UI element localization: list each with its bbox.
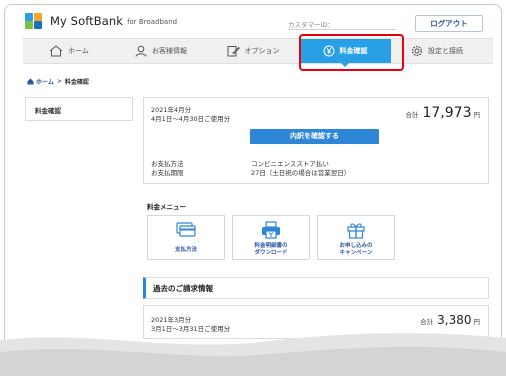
total-amount: 17,973 bbox=[422, 105, 472, 121]
currency-label: 円 bbox=[473, 111, 481, 119]
payment-date-label: お支払期限 bbox=[151, 169, 184, 177]
customer-id-underline bbox=[288, 29, 396, 30]
view-breakdown-button[interactable]: 内訳を確認する bbox=[250, 129, 379, 144]
bill-period: 4月1日～4月30日ご使用分 bbox=[151, 115, 231, 123]
payment-method-tile[interactable]: 支払方法 bbox=[147, 215, 225, 260]
nav-item-settings[interactable]: 設定と接続 bbox=[391, 39, 483, 63]
bill-total: 合計 17,973 円 bbox=[406, 105, 481, 121]
tile-label: 支払方法 bbox=[174, 247, 197, 253]
payment-method-value: コンビニエンスストア払い bbox=[251, 160, 329, 168]
header: My SoftBank for Broadband カスタマーID： ログアウト bbox=[5, 5, 501, 35]
payment-labels: お支払方法 お支払期限 bbox=[151, 160, 184, 178]
app-subtitle: for Broadband bbox=[127, 18, 178, 26]
bill-download-tile[interactable]: 料金明細書の ダウンロード bbox=[232, 215, 310, 260]
logout-button[interactable]: ログアウト bbox=[415, 15, 483, 32]
sidebar-item-billing[interactable]: 料金確認 bbox=[25, 97, 133, 121]
tile-label-line-1: お申し込みの bbox=[339, 243, 373, 249]
user-icon bbox=[135, 45, 147, 57]
breadcrumb-current: 料金確認 bbox=[64, 79, 89, 86]
app-title: My SoftBank bbox=[50, 14, 124, 28]
browser-frame: My SoftBank for Broadband カスタマーID： ログアウト… bbox=[4, 4, 502, 376]
tile-label-line-2: ダウンロード bbox=[254, 250, 288, 256]
nav-item-home[interactable]: ホーム bbox=[23, 39, 115, 63]
home-icon bbox=[49, 45, 63, 57]
nav-item-options[interactable]: オプション bbox=[207, 39, 299, 63]
customer-id-label: カスタマーID： bbox=[288, 21, 334, 29]
edit-icon bbox=[227, 46, 240, 57]
current-bill-card: 2021年4月分 4月1日～4月30日ご使用分 合計 17,973 円 内訳を確… bbox=[143, 97, 489, 184]
tile-label-line-1: 料金明細書の bbox=[254, 243, 288, 249]
credit-card-icon bbox=[176, 222, 196, 237]
nav-item-customer-info[interactable]: お客様情報 bbox=[115, 39, 207, 63]
nav-item-label: ホーム bbox=[68, 47, 89, 55]
softbank-logo-icon bbox=[25, 13, 45, 29]
campaign-tile[interactable]: お申し込みの キャンペーン bbox=[317, 215, 395, 260]
global-nav: ホーム お客様情報 オプション 料金確認 設定と接続 bbox=[23, 38, 493, 67]
highlight-box bbox=[299, 34, 404, 71]
breadcrumb-home-link[interactable]: ホーム bbox=[36, 77, 54, 86]
total-label: 合計 bbox=[405, 111, 419, 119]
breadcrumb: ホーム > 料金確認 bbox=[27, 77, 89, 86]
billing-menu-title: 料金メニュー bbox=[147, 203, 186, 211]
nav-item-label: 設定と接続 bbox=[428, 47, 463, 55]
nav-item-label: オプション bbox=[244, 47, 280, 55]
payment-date-value: 27日（土日祝の場合は営業翌日） bbox=[251, 169, 351, 177]
page-cutoff-wave bbox=[0, 333, 506, 376]
payment-method-label: お支払方法 bbox=[151, 160, 184, 168]
home-icon bbox=[27, 78, 34, 85]
tile-label-line-2: キャンペーン bbox=[339, 250, 373, 256]
billing-history-title: 過去のご請求情報 bbox=[143, 277, 489, 299]
logo[interactable]: My SoftBank for Broadband bbox=[25, 13, 177, 29]
gear-icon bbox=[411, 45, 423, 57]
printer-icon bbox=[262, 221, 280, 239]
payment-values: コンビニエンスストア払い 27日（土日祝の場合は営業翌日） bbox=[251, 160, 350, 178]
nav-item-label: お客様情報 bbox=[152, 47, 187, 55]
gift-icon bbox=[347, 223, 365, 239]
breadcrumb-separator: > bbox=[56, 78, 62, 85]
